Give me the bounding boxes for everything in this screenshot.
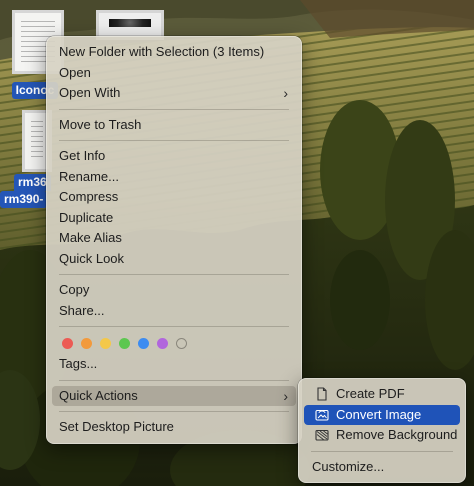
menu-item-quick-actions[interactable]: Quick Actions › [52, 385, 296, 406]
submenu-item-create-pdf[interactable]: Create PDF [304, 384, 460, 405]
menu-item-copy[interactable]: Copy [52, 280, 296, 301]
menu-item-quick-look[interactable]: Quick Look [52, 249, 296, 270]
menu-item-set-desktop-picture[interactable]: Set Desktop Picture [52, 417, 296, 438]
menu-item-label: Copy [59, 282, 90, 297]
document-icon [315, 387, 329, 401]
tag-orange-dot[interactable] [81, 337, 92, 349]
menu-separator [59, 108, 289, 110]
menu-item-open[interactable]: Open [52, 63, 296, 84]
tag-color-row [52, 332, 296, 354]
submenu-item-customize[interactable]: Customize... [304, 457, 460, 478]
menu-item-label: Quick Look [59, 250, 125, 266]
menu-separator [59, 379, 289, 381]
submenu-item-label: Convert Image [336, 406, 422, 422]
tag-yellow-dot[interactable] [100, 337, 111, 349]
menu-item-make-alias[interactable]: Make Alias [52, 228, 296, 249]
submenu-item-convert-image[interactable]: Convert Image [304, 404, 460, 425]
menu-item-label: Get Info [59, 148, 106, 163]
menu-item-label: Duplicate [59, 209, 114, 225]
tag-gray-dot[interactable] [176, 337, 187, 349]
menu-item-label: Compress [59, 189, 119, 204]
desktop-file-rm[interactable]: rm36 rm390- [0, 110, 52, 208]
photo-convert-icon [315, 408, 329, 422]
menu-item-label: Quick Actions [59, 387, 138, 403]
menu-item-open-with[interactable]: Open With › [52, 83, 296, 104]
quick-actions-submenu: Create PDF Convert Image Remove Backgrou… [298, 378, 466, 483]
file-label-line2: rm390- [0, 191, 48, 208]
photo-remove-background-icon [315, 428, 329, 442]
menu-item-tags[interactable]: Tags... [52, 354, 296, 375]
menu-separator [311, 450, 453, 452]
menu-item-rename[interactable]: Rename... [52, 167, 296, 188]
menu-item-move-to-trash[interactable]: Move to Trash [52, 115, 296, 136]
menu-item-compress[interactable]: Compress [52, 187, 296, 208]
tag-purple-dot[interactable] [157, 337, 168, 349]
menu-item-label: Rename... [59, 168, 119, 184]
menu-item-label: New Folder with Selection (3 Items) [59, 44, 265, 59]
submenu-item-remove-background[interactable]: Remove Background [304, 425, 460, 446]
submenu-item-label: Create PDF [336, 386, 405, 401]
tag-green-dot[interactable] [119, 337, 130, 349]
menu-separator [59, 326, 289, 327]
tag-blue-dot[interactable] [138, 337, 149, 349]
menu-item-share[interactable]: Share... [52, 301, 296, 322]
menu-item-new-folder-with-selection[interactable]: New Folder with Selection (3 Items) [52, 42, 296, 63]
menu-item-duplicate[interactable]: Duplicate [52, 208, 296, 229]
menu-separator [59, 274, 289, 275]
menu-item-label: Set Desktop Picture [59, 419, 174, 434]
menu-separator [59, 411, 289, 412]
menu-item-label: Move to Trash [59, 116, 142, 132]
menu-item-label: Tags... [59, 356, 98, 371]
chevron-right-icon: › [283, 387, 288, 404]
tag-red-dot[interactable] [62, 337, 73, 349]
menu-item-label: Open [59, 64, 91, 80]
menu-item-get-info[interactable]: Get Info [52, 146, 296, 167]
menu-item-label: Share... [59, 302, 105, 318]
menu-separator [59, 140, 289, 141]
menu-item-label: Make Alias [59, 230, 122, 245]
submenu-item-label: Remove Background [336, 427, 458, 442]
context-menu: New Folder with Selection (3 Items) Open… [46, 36, 302, 444]
submenu-item-label: Customize... [312, 458, 385, 474]
menu-item-label: Open With [59, 85, 121, 100]
chevron-right-icon: › [283, 85, 288, 101]
document-preview [31, 121, 43, 161]
photo-preview [109, 19, 151, 27]
